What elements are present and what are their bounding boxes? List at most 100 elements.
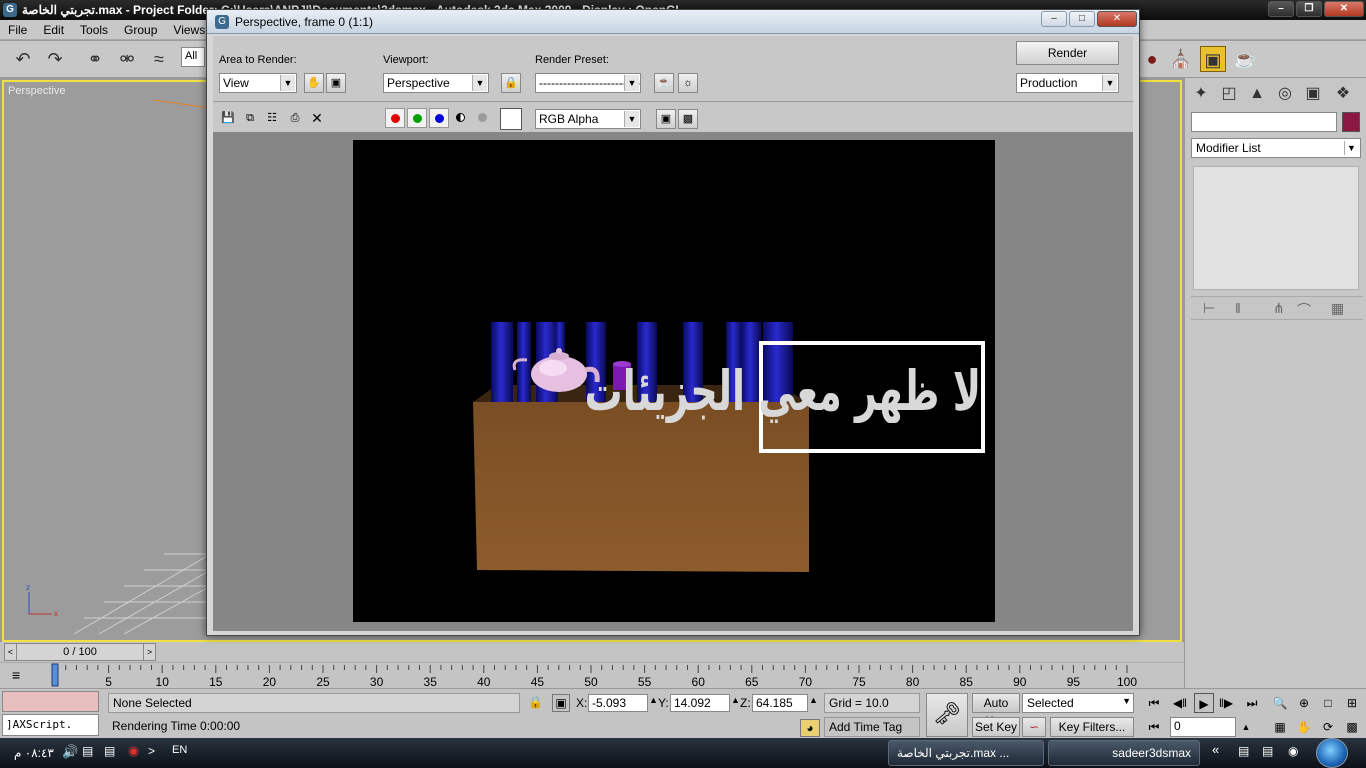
green-channel-toggle[interactable] <box>407 108 427 128</box>
motion-tab-icon[interactable]: ◎ <box>1273 82 1297 106</box>
taskbar-item-browser[interactable]: sadeer3dsmax <box>1048 740 1200 766</box>
auto-key-button[interactable]: Auto Key <box>972 693 1020 728</box>
hierarchy-tab-icon[interactable]: ▲ <box>1245 82 1269 106</box>
select-and-link-icon[interactable]: ⚭ <box>82 46 108 72</box>
chevron-down-icon[interactable]: ▼ <box>1102 75 1117 91</box>
menu-group[interactable]: Group <box>116 23 165 37</box>
current-frame-marker[interactable] <box>51 663 59 687</box>
chevron-down-icon[interactable]: ▼ <box>472 75 487 91</box>
chevron-down-icon[interactable]: ▼ <box>1344 141 1358 155</box>
utilities-tab-icon[interactable]: ❖ <box>1331 82 1355 106</box>
viewport-select[interactable]: Perspective ▼ <box>383 73 489 93</box>
undo-icon[interactable]: ↶ <box>10 46 36 72</box>
bind-to-space-warp-icon[interactable]: ≈ <box>146 46 172 72</box>
time-slider[interactable]: < 0 / 100 > <box>0 642 1184 662</box>
key-mode-select[interactable]: Selected ▼ <box>1022 693 1134 713</box>
display-channel-select[interactable]: RGB Alpha ▼ <box>535 109 641 129</box>
start-button-icon[interactable] <box>1316 738 1348 768</box>
input-language[interactable]: EN <box>172 744 187 756</box>
render-image-area[interactable]: لا ظهر معي الجزيئات <box>213 132 1133 631</box>
menu-tools[interactable]: Tools <box>72 23 116 37</box>
pixel-color-swatch[interactable] <box>500 108 522 130</box>
lock-selection-icon[interactable]: 🔒 <box>528 695 543 709</box>
render-minimize-button[interactable]: – <box>1041 11 1067 27</box>
render-setup-icon[interactable]: ⛪ <box>1168 46 1194 72</box>
close-button[interactable]: ✕ <box>1324 1 1364 17</box>
chevron-down-icon[interactable]: ▼ <box>280 75 295 91</box>
minimize-button[interactable]: – <box>1268 1 1294 17</box>
default-tangent-icon[interactable]: ∽ <box>1022 717 1046 737</box>
set-key-key-icon[interactable]: 🗝 <box>926 693 968 737</box>
object-name-input[interactable] <box>1191 112 1337 132</box>
blue-channel-toggle[interactable] <box>429 108 449 128</box>
render-maximize-button[interactable]: □ <box>1069 11 1095 27</box>
zoom-all-icon[interactable]: ⊕ <box>1294 693 1314 713</box>
menu-edit[interactable]: Edit <box>35 23 72 37</box>
x-coordinate-input[interactable]: -5.093 <box>588 694 648 712</box>
chevron-double-icon[interactable]: « <box>1212 742 1219 757</box>
unlink-selection-icon[interactable]: ⚮ <box>114 46 140 72</box>
time-slider-thumb[interactable]: < 0 / 100 > <box>4 643 156 661</box>
add-time-tag-button[interactable]: Add Time Tag <box>824 717 920 737</box>
zoom-extents-all-icon[interactable]: ⊞ <box>1342 693 1362 713</box>
production-select[interactable]: Production ▼ <box>1016 73 1119 93</box>
tray-clock[interactable]: ٠٨:٤٣ م <box>14 746 54 760</box>
red-channel-toggle[interactable] <box>385 108 405 128</box>
copy-image-icon[interactable]: ⧉ <box>240 109 260 129</box>
pin-stack-icon[interactable]: ⊢ <box>1203 300 1215 317</box>
antivirus-icon[interactable]: ◉ <box>128 743 139 759</box>
save-image-icon[interactable]: 💾 <box>218 109 238 129</box>
restore-button[interactable]: ❐ <box>1296 1 1322 17</box>
render-close-button[interactable]: ✕ <box>1097 11 1137 27</box>
zoom-icon[interactable]: 🔍 <box>1270 693 1290 713</box>
network-icon[interactable]: ▤ <box>82 744 93 758</box>
chevron-left-icon[interactable]: < <box>5 644 17 660</box>
play-icon[interactable]: ▶ <box>1194 693 1214 713</box>
time-tag-icon[interactable]: ◕ <box>800 719 820 737</box>
object-color-swatch[interactable] <box>1342 112 1360 132</box>
set-key-button[interactable]: Set Key <box>972 717 1020 737</box>
material-editor-icon[interactable]: ● <box>1139 46 1165 72</box>
chevron-right-icon[interactable]: > <box>143 644 155 660</box>
redo-icon[interactable]: ↷ <box>42 46 68 72</box>
z-spinner-icon[interactable]: ▲ <box>809 695 818 705</box>
menu-file[interactable]: File <box>0 23 35 37</box>
modifier-stack[interactable] <box>1193 166 1359 290</box>
chevron-down-icon[interactable]: ▼ <box>624 75 639 91</box>
make-unique-icon[interactable]: ⋔ <box>1273 300 1285 317</box>
tray-app-icon[interactable]: ▤ <box>104 744 115 758</box>
maxscript-input[interactable]: ]AXScript. <box>2 714 99 736</box>
zoom-extents-icon[interactable]: □ <box>1318 693 1338 713</box>
render-window-title-bar[interactable]: G Perspective, frame 0 (1:1) – □ ✕ <box>207 10 1139 34</box>
configure-modifier-sets-icon[interactable]: ▦ <box>1331 300 1344 317</box>
clone-window-icon[interactable]: ☷ <box>262 109 282 129</box>
go-to-end-icon[interactable]: ⏭ <box>1242 693 1262 713</box>
orbit-icon[interactable]: ⟳ <box>1318 717 1338 737</box>
modifier-list-select[interactable]: Modifier List ▼ <box>1191 138 1361 158</box>
absolute-mode-icon[interactable]: ▣ <box>552 694 570 712</box>
3dsmax-app-icon[interactable]: G <box>3 3 17 17</box>
auto-region-icon[interactable]: ▣ <box>326 73 346 93</box>
area-to-render-select[interactable]: View ▼ <box>219 73 297 93</box>
toggle-ui-overlays-icon[interactable]: ▣ <box>656 109 676 129</box>
taskbar-item-3dsmax[interactable]: تجربتي الخاصة.max ... <box>888 740 1044 766</box>
alpha-channel-toggle[interactable] <box>451 108 471 128</box>
display-tab-icon[interactable]: ▣ <box>1301 82 1325 106</box>
toggle-ui-icon[interactable]: ▩ <box>678 109 698 129</box>
chevron-down-icon[interactable]: ▼ <box>1122 696 1131 706</box>
volume-icon[interactable]: 🔊 <box>62 744 78 760</box>
chevron-right-icon[interactable]: > <box>148 744 155 758</box>
render-preset-select[interactable]: ------------------------------ ▼ <box>535 73 641 93</box>
modify-tab-icon[interactable]: ◰ <box>1217 82 1241 106</box>
create-tab-icon[interactable]: ✦ <box>1189 82 1213 106</box>
x-spinner-icon[interactable]: ▲ <box>649 695 658 705</box>
print-image-icon[interactable]: ⎙ <box>285 109 305 129</box>
selection-filter-select[interactable]: All <box>181 47 205 67</box>
render-button[interactable]: Render <box>1016 41 1119 65</box>
track-bar[interactable]: ≡ 05101520253035404550556065707580859095… <box>0 662 1184 689</box>
lock-viewport-icon[interactable]: 🔒 <box>501 73 521 93</box>
quick-launch-ie-icon[interactable]: ◉ <box>1288 744 1298 758</box>
monochrome-toggle[interactable] <box>473 108 493 128</box>
pan-view-icon[interactable]: ✋ <box>1294 717 1314 737</box>
quick-launch-switch-icon[interactable]: ▤ <box>1262 744 1273 758</box>
